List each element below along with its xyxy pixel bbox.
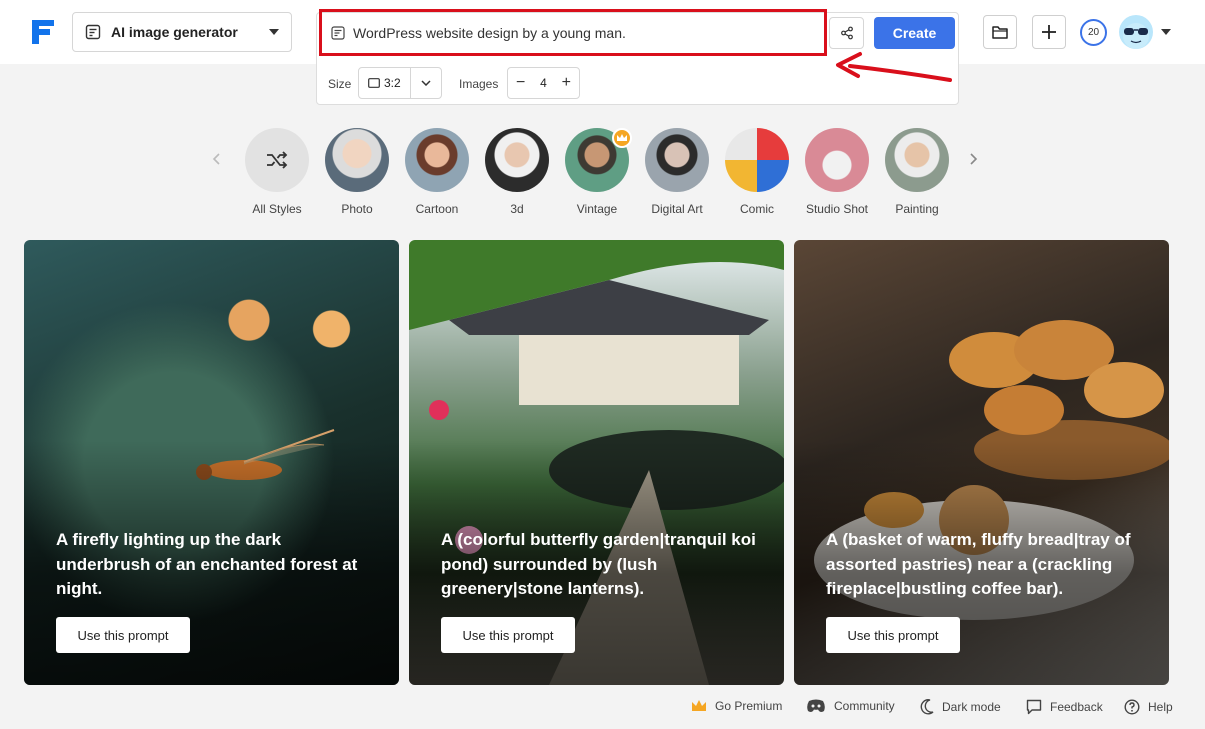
use-prompt-button[interactable]: Use this prompt bbox=[826, 617, 960, 653]
prompt-text: WordPress website design by a young man. bbox=[353, 24, 626, 41]
plus-icon bbox=[1042, 25, 1056, 39]
help-link[interactable]: Help bbox=[1124, 699, 1173, 715]
carousel-prev-icon[interactable] bbox=[210, 152, 224, 166]
style-name: Photo bbox=[341, 202, 373, 216]
create-button[interactable]: Create bbox=[874, 17, 955, 49]
crown-icon bbox=[617, 134, 627, 141]
shuffle-thumbnail bbox=[245, 128, 309, 192]
feedback-icon bbox=[1026, 699, 1042, 715]
shuffle-icon bbox=[267, 151, 288, 169]
size-label: Size bbox=[328, 77, 352, 91]
style-thumbnail bbox=[885, 128, 949, 192]
style-painting[interactable]: Painting bbox=[877, 128, 957, 216]
style-thumbnail bbox=[485, 128, 549, 192]
carousel-next-icon[interactable] bbox=[966, 152, 980, 166]
folder-button[interactable] bbox=[983, 15, 1017, 49]
tool-select-label: AI image generator bbox=[111, 24, 238, 40]
credits-badge[interactable]: 20 bbox=[1080, 19, 1107, 46]
style-name: 3d bbox=[510, 202, 524, 216]
feedback-label: Feedback bbox=[1050, 700, 1103, 714]
style-name: Painting bbox=[895, 202, 939, 216]
images-count: 4 bbox=[540, 76, 547, 90]
increment-button[interactable]: + bbox=[562, 75, 571, 91]
style-name: Cartoon bbox=[415, 202, 459, 216]
use-prompt-button[interactable]: Use this prompt bbox=[441, 617, 575, 653]
prompt-icon bbox=[331, 25, 345, 40]
tool-select-dropdown[interactable]: AI image generator bbox=[72, 12, 292, 52]
discord-icon bbox=[807, 699, 825, 712]
avatar-face-icon bbox=[1123, 23, 1149, 49]
style-all-styles[interactable]: All Styles bbox=[237, 128, 317, 216]
share-icon bbox=[840, 26, 853, 40]
go-premium-label: Go Premium bbox=[715, 699, 783, 713]
community-label: Community bbox=[834, 699, 895, 713]
style-name: All Styles bbox=[252, 202, 302, 216]
style-name: Vintage bbox=[576, 202, 618, 216]
card-prompt-text: A (basket of warm, fluffy bread|tray of … bbox=[826, 530, 1131, 598]
moon-icon bbox=[920, 699, 934, 715]
images-stepper: − 4 + bbox=[507, 67, 580, 99]
style-cartoon[interactable]: Cartoon bbox=[397, 128, 477, 216]
style-name: Digital Art bbox=[651, 202, 703, 216]
new-button[interactable] bbox=[1032, 15, 1066, 49]
go-premium-link[interactable]: Go Premium bbox=[691, 699, 782, 713]
example-card-bakery[interactable]: A (basket of warm, fluffy bread|tray of … bbox=[794, 240, 1169, 685]
style-studio-shot[interactable]: Studio Shot bbox=[797, 128, 877, 216]
help-icon bbox=[1124, 699, 1140, 715]
chevron-down-icon bbox=[269, 29, 279, 35]
freepik-logo-icon[interactable] bbox=[32, 20, 56, 44]
example-card-firefly[interactable]: A firefly lighting up the dark underbrus… bbox=[24, 240, 399, 685]
share-button[interactable] bbox=[829, 17, 864, 49]
style-thumbnail bbox=[645, 128, 709, 192]
aspect-ratio-icon bbox=[368, 78, 380, 88]
style-thumbnail bbox=[805, 128, 869, 192]
style-digital-art[interactable]: Digital Art bbox=[637, 128, 717, 216]
avatar[interactable] bbox=[1119, 15, 1153, 49]
community-link[interactable]: Community bbox=[806, 699, 895, 713]
crown-icon bbox=[692, 700, 706, 711]
annotation-arrow-icon bbox=[836, 52, 952, 82]
chevron-down-icon bbox=[421, 80, 431, 86]
size-value: 3:2 bbox=[384, 76, 401, 90]
images-label: Images bbox=[459, 77, 499, 91]
chevron-down-icon[interactable] bbox=[1161, 29, 1171, 35]
dark-mode-label: Dark mode bbox=[942, 700, 1001, 714]
card-prompt-text: A (colorful butterfly garden|tranquil ko… bbox=[441, 530, 756, 598]
prompt-input[interactable]: WordPress website design by a young man. bbox=[319, 9, 827, 56]
style-comic[interactable]: Comic bbox=[717, 128, 797, 216]
style-3d[interactable]: 3d bbox=[477, 128, 557, 216]
style-thumbnail bbox=[725, 128, 789, 192]
style-photo[interactable]: Photo bbox=[317, 128, 397, 216]
image-generator-icon bbox=[85, 24, 101, 40]
style-thumbnail bbox=[405, 128, 469, 192]
help-label: Help bbox=[1148, 700, 1173, 714]
example-card-garden[interactable]: A (colorful butterfly garden|tranquil ko… bbox=[409, 240, 784, 685]
style-thumbnail bbox=[325, 128, 389, 192]
dark-mode-toggle[interactable]: Dark mode bbox=[920, 699, 1001, 715]
premium-badge bbox=[612, 128, 632, 148]
card-prompt-text: A firefly lighting up the dark underbrus… bbox=[56, 530, 358, 598]
feedback-link[interactable]: Feedback bbox=[1026, 699, 1103, 715]
decrement-button[interactable]: − bbox=[516, 75, 525, 91]
size-select[interactable]: 3:2 bbox=[358, 67, 442, 99]
folder-icon bbox=[992, 26, 1008, 39]
style-name: Studio Shot bbox=[805, 202, 869, 216]
use-prompt-button[interactable]: Use this prompt bbox=[56, 617, 190, 653]
style-name: Comic bbox=[739, 202, 774, 216]
